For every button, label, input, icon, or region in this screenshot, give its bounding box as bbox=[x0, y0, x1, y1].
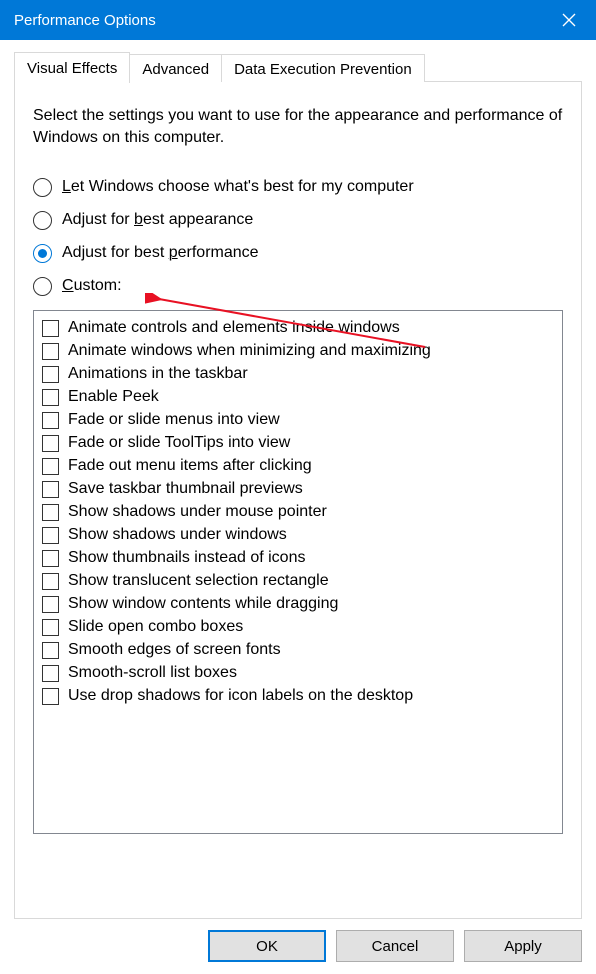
checkbox-icon bbox=[42, 481, 59, 498]
radio-best-appearance[interactable]: Adjust for best appearance bbox=[33, 211, 563, 230]
tab-advanced[interactable]: Advanced bbox=[129, 54, 222, 82]
checkbox-icon bbox=[42, 343, 59, 360]
radio-label: Custom: bbox=[62, 277, 122, 295]
checkbox-icon bbox=[42, 389, 59, 406]
intro-text: Select the settings you want to use for … bbox=[33, 105, 563, 150]
check-label: Fade or slide ToolTips into view bbox=[68, 434, 290, 452]
check-item[interactable]: Fade or slide ToolTips into view bbox=[42, 432, 554, 455]
radio-icon bbox=[33, 244, 52, 263]
check-label: Animate windows when minimizing and maxi… bbox=[68, 342, 431, 360]
checkbox-icon bbox=[42, 596, 59, 613]
tab-panel-visual-effects: Select the settings you want to use for … bbox=[14, 81, 582, 919]
check-item[interactable]: Use drop shadows for icon labels on the … bbox=[42, 685, 554, 708]
check-item[interactable]: Slide open combo boxes bbox=[42, 616, 554, 639]
radio-icon bbox=[33, 178, 52, 197]
check-item[interactable]: Show window contents while dragging bbox=[42, 593, 554, 616]
checkbox-icon bbox=[42, 642, 59, 659]
radio-label: Let Windows choose what's best for my co… bbox=[62, 178, 414, 196]
check-label: Show thumbnails instead of icons bbox=[68, 549, 305, 567]
checkbox-icon bbox=[42, 504, 59, 521]
close-icon bbox=[562, 13, 576, 27]
radio-best-performance[interactable]: Adjust for best performance bbox=[33, 244, 563, 263]
tab-data-execution-prevention[interactable]: Data Execution Prevention bbox=[221, 54, 425, 82]
check-label: Fade out menu items after clicking bbox=[68, 457, 312, 475]
check-label: Animate controls and elements inside win… bbox=[68, 319, 400, 337]
checkbox-icon bbox=[42, 665, 59, 682]
check-item[interactable]: Smooth edges of screen fonts bbox=[42, 639, 554, 662]
tab-strip: Visual EffectsAdvancedData Execution Pre… bbox=[14, 52, 582, 82]
check-label: Slide open combo boxes bbox=[68, 618, 243, 636]
cancel-button[interactable]: Cancel bbox=[336, 930, 454, 962]
check-label: Show window contents while dragging bbox=[68, 595, 338, 613]
check-item[interactable]: Animate controls and elements inside win… bbox=[42, 317, 554, 340]
ok-button[interactable]: OK bbox=[208, 930, 326, 962]
check-item[interactable]: Show shadows under windows bbox=[42, 524, 554, 547]
checkbox-icon bbox=[42, 412, 59, 429]
radio-label: Adjust for best appearance bbox=[62, 211, 253, 229]
check-label: Enable Peek bbox=[68, 388, 159, 406]
check-item[interactable]: Show thumbnails instead of icons bbox=[42, 547, 554, 570]
check-label: Smooth edges of screen fonts bbox=[68, 641, 281, 659]
check-label: Show shadows under windows bbox=[68, 526, 287, 544]
checkbox-icon bbox=[42, 435, 59, 452]
check-item[interactable]: Animations in the taskbar bbox=[42, 363, 554, 386]
check-label: Show translucent selection rectangle bbox=[68, 572, 329, 590]
check-item[interactable]: Show translucent selection rectangle bbox=[42, 570, 554, 593]
check-label: Use drop shadows for icon labels on the … bbox=[68, 687, 413, 705]
check-item[interactable]: Fade out menu items after clicking bbox=[42, 455, 554, 478]
check-item[interactable]: Save taskbar thumbnail previews bbox=[42, 478, 554, 501]
radio-custom[interactable]: Custom: bbox=[33, 277, 563, 296]
checkbox-icon bbox=[42, 366, 59, 383]
check-label: Smooth-scroll list boxes bbox=[68, 664, 237, 682]
checkbox-icon bbox=[42, 527, 59, 544]
radio-auto[interactable]: Let Windows choose what's best for my co… bbox=[33, 178, 563, 197]
tab-visual-effects[interactable]: Visual Effects bbox=[14, 52, 130, 83]
checkbox-icon bbox=[42, 573, 59, 590]
check-label: Show shadows under mouse pointer bbox=[68, 503, 327, 521]
checkbox-icon bbox=[42, 320, 59, 337]
close-button[interactable] bbox=[542, 0, 596, 40]
check-item[interactable]: Animate windows when minimizing and maxi… bbox=[42, 340, 554, 363]
window-title: Performance Options bbox=[14, 12, 542, 29]
checkbox-icon bbox=[42, 458, 59, 475]
radio-group: Let Windows choose what's best for my co… bbox=[33, 178, 563, 296]
effects-checklist[interactable]: Animate controls and elements inside win… bbox=[33, 310, 563, 834]
checkbox-icon bbox=[42, 619, 59, 636]
checkbox-icon bbox=[42, 550, 59, 567]
dialog-buttons: OK Cancel Apply bbox=[208, 930, 582, 962]
radio-icon bbox=[33, 211, 52, 230]
check-item[interactable]: Show shadows under mouse pointer bbox=[42, 501, 554, 524]
checkbox-icon bbox=[42, 688, 59, 705]
radio-label: Adjust for best performance bbox=[62, 244, 259, 262]
check-item[interactable]: Enable Peek bbox=[42, 386, 554, 409]
radio-icon bbox=[33, 277, 52, 296]
titlebar: Performance Options bbox=[0, 0, 596, 40]
check-label: Save taskbar thumbnail previews bbox=[68, 480, 303, 498]
check-item[interactable]: Fade or slide menus into view bbox=[42, 409, 554, 432]
apply-button[interactable]: Apply bbox=[464, 930, 582, 962]
check-label: Fade or slide menus into view bbox=[68, 411, 280, 429]
check-label: Animations in the taskbar bbox=[68, 365, 248, 383]
check-item[interactable]: Smooth-scroll list boxes bbox=[42, 662, 554, 685]
